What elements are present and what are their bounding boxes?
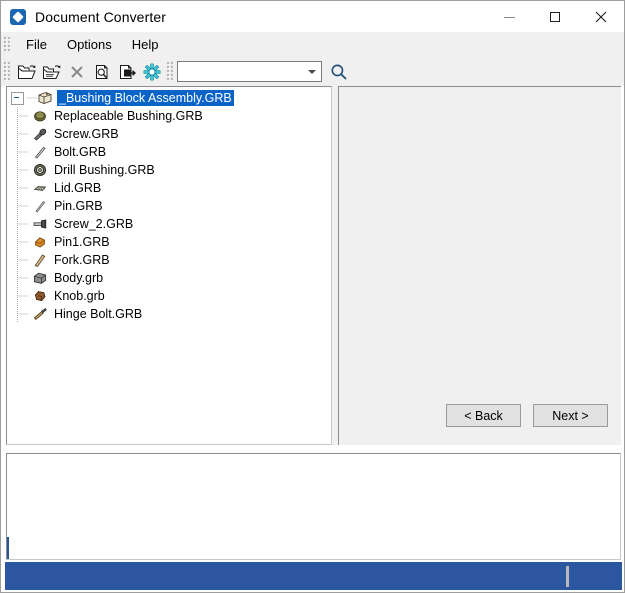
status-bar-divider: [566, 566, 569, 587]
tree-connector-dots: [18, 143, 28, 161]
tree-connector-dots: [18, 107, 28, 125]
toolbar-grip-handle[interactable]: [3, 61, 10, 82]
tree-connector-dots: [18, 215, 28, 233]
toolbar-remove-button[interactable]: [64, 59, 89, 84]
tree-connector-dots: [18, 251, 28, 269]
tree-item-label: Replaceable Bushing.GRB: [54, 109, 203, 123]
window-title: Document Converter: [35, 8, 166, 25]
magnifier-icon: [331, 64, 347, 80]
tree-item-root[interactable]: _Bushing Block Assembly.GRB: [7, 89, 331, 107]
tree-connector-dots: [18, 197, 28, 215]
tree-children: Replaceable Bushing.GRB Screw.GRB Bolt.G…: [7, 107, 331, 323]
log-scroll-marker: [7, 537, 9, 559]
bolt-part-icon: [32, 144, 48, 160]
tree-item-label: Fork.GRB: [54, 253, 110, 267]
tree-item-pin[interactable]: Pin.GRB: [7, 197, 331, 215]
tree-item-drill-bushing[interactable]: Drill Bushing.GRB: [7, 161, 331, 179]
wizard-panel: < Back Next >: [338, 86, 621, 445]
search-combobox[interactable]: [177, 61, 322, 82]
tree-item-screw[interactable]: Screw.GRB: [7, 125, 331, 143]
tree-item-label: Drill Bushing.GRB: [54, 163, 155, 177]
window-controls: [486, 1, 624, 32]
chevron-down-icon[interactable]: [308, 70, 316, 74]
screw2-part-icon: [32, 216, 48, 232]
menu-help[interactable]: Help: [122, 34, 169, 55]
tree-item-knob[interactable]: Knob.grb: [7, 287, 331, 305]
title-bar: Document Converter: [1, 1, 624, 32]
body-part-icon: [32, 270, 48, 286]
export-document-icon: [119, 64, 136, 79]
tree-item-label: Pin1.GRB: [54, 235, 110, 249]
wizard-button-group: < Back Next >: [446, 404, 608, 427]
tree-connector-dots: [18, 305, 28, 323]
next-button[interactable]: Next >: [533, 404, 608, 427]
toolbar-settings-button[interactable]: [139, 59, 164, 84]
tree-connector-dots: [18, 269, 28, 287]
tree-item-label: Hinge Bolt.GRB: [54, 307, 143, 321]
tree-item-body[interactable]: Body.grb: [7, 269, 331, 287]
tree-connector-dots: [18, 125, 28, 143]
menu-options[interactable]: Options: [57, 34, 122, 55]
tree-item-lid[interactable]: Lid.GRB: [7, 179, 331, 197]
tree-item-root-label: _Bushing Block Assembly.GRB: [57, 90, 234, 106]
open-folder-multiple-icon: [42, 64, 60, 79]
gear-settings-icon: [142, 62, 161, 81]
search-input[interactable]: [178, 63, 308, 80]
collapse-expander-icon[interactable]: [11, 91, 24, 105]
tree-item-hinge-bolt[interactable]: Hinge Bolt.GRB: [7, 305, 331, 323]
tree-item-replaceable-bushing[interactable]: Replaceable Bushing.GRB: [7, 107, 331, 125]
open-folder-icon: [17, 64, 36, 79]
fork-part-icon: [32, 252, 48, 268]
tree-item-label: Body.grb: [54, 271, 104, 285]
document-converter-icon: [10, 8, 26, 25]
tree-item-label: Screw_2.GRB: [54, 217, 134, 231]
toolbar-open-button[interactable]: [14, 59, 39, 84]
menu-file[interactable]: File: [16, 34, 57, 55]
assembly-icon: [37, 90, 53, 106]
minimize-button[interactable]: [486, 1, 532, 32]
close-button[interactable]: [578, 1, 624, 32]
tree-connector-dots: [18, 287, 28, 305]
tree-item-label: Bolt.GRB: [54, 145, 107, 159]
tree-connector-dots: [18, 161, 28, 179]
log-output-panel[interactable]: [6, 453, 621, 560]
pin-part-icon: [32, 198, 48, 214]
toolbar-grip-handle-2[interactable]: [166, 61, 173, 82]
tree-item-label: Screw.GRB: [54, 127, 119, 141]
tree-item-screw-2[interactable]: Screw_2.GRB: [7, 215, 331, 233]
tree-connector-dots: [27, 89, 37, 107]
screw-part-icon: [32, 126, 48, 142]
assembly-tree-panel[interactable]: _Bushing Block Assembly.GRB Replaceable …: [6, 86, 332, 445]
tree-connector-dots: [18, 179, 28, 197]
search-button[interactable]: [326, 59, 351, 84]
tree-connector-dots: [18, 233, 28, 251]
knob-part-icon: [32, 288, 48, 304]
tree-item-bolt[interactable]: Bolt.GRB: [7, 143, 331, 161]
tree-item-label: Pin.GRB: [54, 199, 103, 213]
menu-grip-handle[interactable]: [3, 36, 12, 53]
assembly-tree: _Bushing Block Assembly.GRB Replaceable …: [7, 87, 331, 323]
back-button[interactable]: < Back: [446, 404, 521, 427]
close-x-icon: [70, 65, 83, 78]
maximize-button[interactable]: [532, 1, 578, 32]
tree-item-fork[interactable]: Fork.GRB: [7, 251, 331, 269]
menu-bar: File Options Help: [1, 32, 624, 57]
status-bar: [5, 562, 622, 590]
toolbar-preview-button[interactable]: [89, 59, 114, 84]
pin1-part-icon: [32, 234, 48, 250]
tree-item-pin1[interactable]: Pin1.GRB: [7, 233, 331, 251]
close-icon: [595, 11, 607, 22]
bushing-part-icon: [32, 108, 48, 124]
main-content-area: _Bushing Block Assembly.GRB Replaceable …: [6, 86, 621, 445]
lid-part-icon: [32, 180, 48, 196]
toolbar-export-button[interactable]: [114, 59, 139, 84]
toolbar: [1, 57, 624, 86]
hinge-bolt-part-icon: [32, 306, 48, 322]
drill-bushing-part-icon: [32, 162, 48, 178]
tree-item-label: Knob.grb: [54, 289, 105, 303]
tree-item-label: Lid.GRB: [54, 181, 102, 195]
toolbar-open-multiple-button[interactable]: [39, 59, 64, 84]
preview-document-icon: [95, 64, 107, 79]
application-window: Document Converter File Options Help _Bu…: [0, 0, 625, 593]
